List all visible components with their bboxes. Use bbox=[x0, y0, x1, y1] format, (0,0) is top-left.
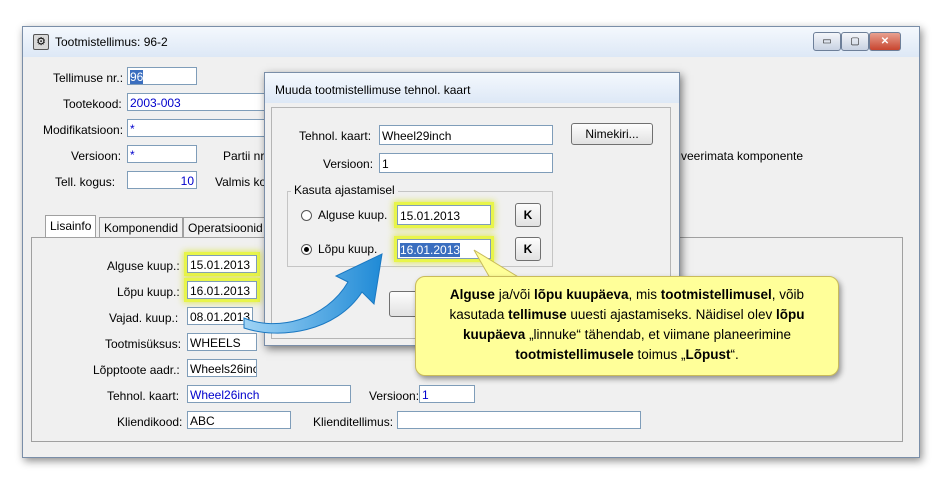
order-no-label: Tellimuse nr.: bbox=[53, 71, 124, 85]
start-date-label: Alguse kuup.: bbox=[107, 259, 180, 273]
order-qty-field[interactable]: 10 bbox=[127, 171, 197, 189]
callout-text-bold: tootmistellimusele bbox=[515, 347, 634, 362]
scheduling-group-label: Kasuta ajastamisel bbox=[291, 183, 398, 197]
order-no-field[interactable]: 96 bbox=[127, 67, 197, 85]
callout-text: ja/või bbox=[494, 287, 534, 302]
customer-order-label: Klienditellimus: bbox=[313, 415, 394, 429]
close-button[interactable]: ✕ bbox=[869, 32, 901, 51]
start-date-calendar-button[interactable]: K bbox=[515, 203, 541, 227]
final-product-address-field[interactable]: Wheels26inc bbox=[187, 359, 257, 377]
dialog-title-bar[interactable]: Muuda tootmistellimuse tehnol. kaart bbox=[265, 73, 679, 103]
needed-date-label: Vajad. kuup.: bbox=[109, 311, 179, 325]
app-gear-icon: ⚙ bbox=[33, 34, 49, 50]
dialog-version-label: Versioon: bbox=[323, 157, 374, 171]
callout-text-bold: tellimuse bbox=[508, 307, 567, 322]
unreserved-components-text: veerimata komponente bbox=[681, 149, 804, 163]
tab-operatsioonid[interactable]: Operatsioonid bbox=[183, 217, 265, 237]
customer-order-field[interactable] bbox=[397, 411, 641, 429]
window-title: Tootmistellimus: 96-2 bbox=[55, 35, 168, 49]
pointer-arrow-icon bbox=[243, 253, 383, 334]
callout-text: “. bbox=[730, 347, 739, 362]
start-date-radio-label: Alguse kuup. bbox=[318, 208, 388, 222]
order-qty-label: Tell. kogus: bbox=[55, 175, 116, 189]
title-bar[interactable]: ⚙ Tootmistellimus: 96-2 ▭ ▢ ✕ bbox=[23, 27, 919, 57]
dialog-start-date-field[interactable]: 15.01.2013 bbox=[397, 205, 491, 225]
modification-label: Modifikatsioon: bbox=[43, 123, 124, 137]
maximize-button[interactable]: ▢ bbox=[841, 32, 869, 51]
callout-text-bold: lõpu kuupäeva bbox=[533, 287, 629, 302]
version-field[interactable]: * bbox=[127, 145, 197, 163]
list-button[interactable]: Nimekiri... bbox=[571, 123, 653, 145]
callout-text-bold: tootmistellimusel bbox=[660, 287, 772, 302]
minimize-button[interactable]: ▭ bbox=[813, 32, 841, 51]
end-date-label: Lõpu kuup.: bbox=[117, 285, 180, 299]
dialog-end-date-value: 16.01.2013 bbox=[400, 243, 461, 257]
tab-komponendid[interactable]: Komponendid bbox=[99, 217, 184, 237]
callout-text-bold: Alguse bbox=[449, 287, 495, 302]
order-no-value: 96 bbox=[130, 70, 144, 84]
dialog-routing-label: Tehnol. kaart: bbox=[299, 129, 372, 143]
tab-lisainfo[interactable]: Lisainfo bbox=[45, 215, 97, 237]
routing-version-field[interactable]: 1 bbox=[419, 385, 475, 403]
explanation-callout: Alguse ja/või lõpu kuupäeva, mis tootmis… bbox=[415, 276, 839, 376]
callout-text: toimus „ bbox=[633, 347, 686, 362]
routing-version-label: Versioon: bbox=[369, 389, 420, 403]
version-label: Versioon: bbox=[71, 149, 122, 163]
ready-label: Valmis ko bbox=[215, 175, 267, 189]
final-product-address-label: Lõpptoote aadr.: bbox=[93, 363, 180, 377]
modification-field[interactable]: * bbox=[127, 119, 267, 137]
customer-code-label: Kliendikood: bbox=[117, 415, 183, 429]
dialog-version-field[interactable]: 1 bbox=[379, 153, 553, 173]
callout-text-bold: Lõpust bbox=[685, 347, 731, 362]
start-date-radio[interactable] bbox=[301, 210, 312, 221]
callout-text: , mis bbox=[628, 287, 661, 302]
product-code-label: Tootekood: bbox=[63, 97, 122, 111]
production-unit-label: Tootmisüksus: bbox=[105, 337, 182, 351]
product-code-field[interactable]: 2003-003 bbox=[127, 93, 267, 111]
dialog-title: Muuda tootmistellimuse tehnol. kaart bbox=[275, 83, 471, 97]
callout-text: „linnuke“ tähendab, et viimane planeerim… bbox=[525, 327, 791, 342]
routing-field[interactable]: Wheel26inch bbox=[187, 385, 351, 403]
routing-label: Tehnol. kaart: bbox=[107, 389, 180, 403]
batch-label: Partii nr. bbox=[223, 149, 268, 163]
callout-text: uuesti ajastamiseks. Näidisel olev bbox=[566, 307, 776, 322]
dialog-routing-field[interactable]: Wheel29inch bbox=[379, 125, 553, 145]
customer-code-field[interactable]: ABC bbox=[187, 411, 291, 429]
